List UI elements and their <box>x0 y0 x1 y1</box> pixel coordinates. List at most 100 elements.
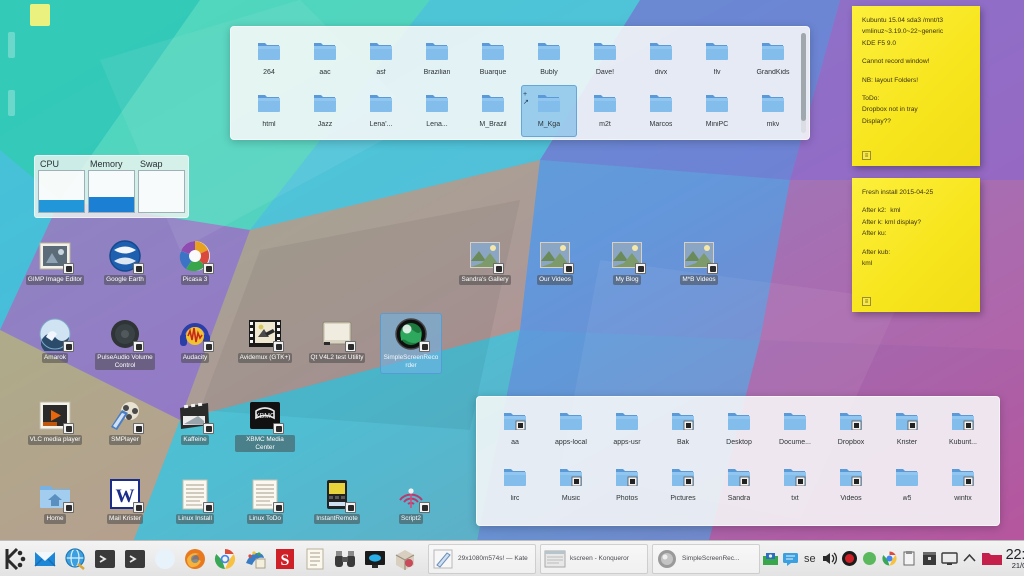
folder-item[interactable]: apps-usr <box>599 403 655 459</box>
folder-item[interactable]: Music <box>543 459 599 515</box>
folder-item[interactable]: w5 <box>879 459 935 515</box>
package-icon[interactable] <box>392 546 418 572</box>
folder-item[interactable]: asf <box>353 33 409 85</box>
ssr-tray-icon[interactable] <box>841 550 858 567</box>
folder-item[interactable]: txt <box>767 459 823 515</box>
archive-icon[interactable] <box>921 550 938 567</box>
monitor-memory[interactable]: Memory <box>88 158 135 213</box>
folder-item[interactable]: Bubly <box>521 33 577 85</box>
folder-item[interactable]: Dropbox <box>823 403 879 459</box>
note-menu-button[interactable]: ≡ <box>862 297 871 306</box>
task-button[interactable]: SimpleScreenRec... <box>652 543 760 574</box>
folder-item[interactable]: m2t <box>577 85 633 137</box>
desktop-icon-script2[interactable]: Script2 <box>380 478 442 524</box>
folder-item[interactable]: html <box>241 85 297 137</box>
folder-item[interactable]: Desktop <box>711 403 767 459</box>
folder-item[interactable]: divx <box>633 33 689 85</box>
folder-item[interactable]: M_Brazil <box>465 85 521 137</box>
desktop-icon-google-earth[interactable]: Google Earth <box>94 239 156 285</box>
edge-widget-top[interactable] <box>8 32 15 58</box>
folder-item[interactable]: Marcos <box>633 85 689 137</box>
terminal-icon[interactable] <box>92 546 118 572</box>
firefox-icon[interactable] <box>182 546 208 572</box>
note-system-info[interactable]: Kubuntu 15.04 sda3 /mnt/t3 vmlinuz~3.19.0… <box>852 6 980 166</box>
folder-item[interactable]: Jazz <box>297 85 353 137</box>
folder-item[interactable]: Docume... <box>767 403 823 459</box>
terminal2-icon[interactable] <box>122 546 148 572</box>
desktop-icon-picasa-3[interactable]: Picasa 3 <box>164 239 226 285</box>
desktop-icon-gimp-image-editor[interactable]: GIMP Image Editor <box>24 239 86 285</box>
keyboard-layout-icon[interactable]: se <box>802 553 818 565</box>
folder-item[interactable]: MiniPC <box>689 85 745 137</box>
paint-icon[interactable] <box>242 546 268 572</box>
folder-item[interactable]: lirc <box>487 459 543 515</box>
desktop-icon-qt-v4l2-test-utility[interactable]: Qt V4L2 test Utility <box>306 317 368 363</box>
desktop-icon-linux-install[interactable]: Linux Install <box>164 478 226 524</box>
folder-item[interactable]: Bak <box>655 403 711 459</box>
desktop-icon-home[interactable]: Home <box>24 478 86 524</box>
folder-tray-icon[interactable] <box>981 550 1002 567</box>
show-hidden-tray-icon[interactable] <box>961 550 978 567</box>
edge-widget-note[interactable] <box>30 4 50 26</box>
desktop-icon-my-blog[interactable]: My Blog <box>596 239 658 285</box>
desktop-icon-simplescreenrecorder[interactable]: SimpleScreenRecorder <box>380 313 442 375</box>
folder-item[interactable]: winfix <box>935 459 991 515</box>
kde-menu-icon[interactable] <box>2 546 28 572</box>
desktop-icon-kaffeine[interactable]: Kaffeine <box>164 399 226 445</box>
desktop-icon-m-b-videos[interactable]: M*B Videos <box>668 239 730 285</box>
desktop-icon-mail-krister[interactable]: W Mail Krister <box>94 478 156 524</box>
folder-item[interactable]: apps-local <box>543 403 599 459</box>
clipboard-icon[interactable] <box>901 550 918 567</box>
desktop-icon-vlc-media-player[interactable]: VLC media player <box>24 399 86 445</box>
notes-icon[interactable] <box>302 546 328 572</box>
desktop-icon-xbmc-media-center[interactable]: XBMC XBMC Media Center <box>234 399 296 453</box>
dropbox-tray-icon[interactable] <box>861 550 878 567</box>
messaging-icon[interactable] <box>782 550 799 567</box>
globe-icon[interactable] <box>62 546 88 572</box>
binoculars-icon[interactable] <box>332 546 358 572</box>
network-icon[interactable] <box>762 550 779 567</box>
desktop-icon-pulseaudio-volume-control[interactable]: PulseAudio Volume Control <box>94 317 156 371</box>
note-fresh-install[interactable]: Fresh install 2015-04-25 After k2: kml Aft… <box>852 178 980 312</box>
s-red-icon[interactable]: S <box>272 546 298 572</box>
folder-item[interactable]: Kubunt... <box>935 403 991 459</box>
desktop-icon-audacity[interactable]: Audacity <box>164 317 226 363</box>
folder-item[interactable]: + ↗ M_Kga <box>521 85 577 137</box>
monitor-cpu[interactable]: CPU <box>38 158 85 213</box>
chrome-tray-icon[interactable] <box>881 550 898 567</box>
folderview-media[interactable]: 264 aac asf Brazilian Buarque Bubly Dave! divx f… <box>230 26 810 140</box>
display-icon[interactable] <box>362 546 388 572</box>
taskbar-panel[interactable]: S 29x1080m574s! — Kate kscreen - Konquero… <box>0 540 1024 576</box>
desktop-icon-linux-todo[interactable]: Linux ToDo <box>234 478 296 524</box>
mail-icon[interactable] <box>32 546 58 572</box>
folder-item[interactable]: mkv <box>745 85 801 137</box>
folder-item[interactable]: Photos <box>599 459 655 515</box>
folder-item[interactable]: GrandKids <box>745 33 801 85</box>
desktop-icon-avidemux-gtk[interactable]: Avidemux (GTK+) <box>234 317 296 363</box>
desktop-icon-instantremote[interactable]: InstantRemote <box>306 478 368 524</box>
desktop-icon-our-videos[interactable]: Our Videos <box>524 239 586 285</box>
konqueror-icon[interactable] <box>152 546 178 572</box>
folder-item[interactable]: Sandra <box>711 459 767 515</box>
display-tray-icon[interactable] <box>940 550 958 567</box>
note-menu-button[interactable]: ≡ <box>862 151 871 160</box>
folder-item[interactable]: Brazilian <box>409 33 465 85</box>
folder-item[interactable]: aa <box>487 403 543 459</box>
task-button[interactable]: 29x1080m574s! — Kate <box>428 543 536 574</box>
folder-item[interactable]: Lena'... <box>353 85 409 137</box>
folder-item[interactable]: Dave! <box>577 33 633 85</box>
folder-item[interactable]: flv <box>689 33 745 85</box>
edge-widget-mid[interactable] <box>8 90 15 116</box>
folder-item[interactable]: Videos <box>823 459 879 515</box>
folder-item[interactable]: Lena... <box>409 85 465 137</box>
folder-item[interactable]: aac <box>297 33 353 85</box>
monitor-swap[interactable]: Swap <box>138 158 185 213</box>
folder-item[interactable]: Pictures <box>655 459 711 515</box>
folder-item[interactable]: Krister <box>879 403 935 459</box>
folderview-home[interactable]: aa apps-local apps-usr Bak Desktop Docume... D… <box>476 396 1000 526</box>
folderview-scrollbar[interactable] <box>801 33 806 133</box>
system-monitor-widget[interactable]: CPU Memory Swap <box>34 155 189 218</box>
desktop-icon-amarok[interactable]: Amarok <box>24 317 86 363</box>
clock-widget[interactable]: 22:48 21/07/20 <box>1000 547 1024 570</box>
volume-icon[interactable] <box>821 550 838 567</box>
